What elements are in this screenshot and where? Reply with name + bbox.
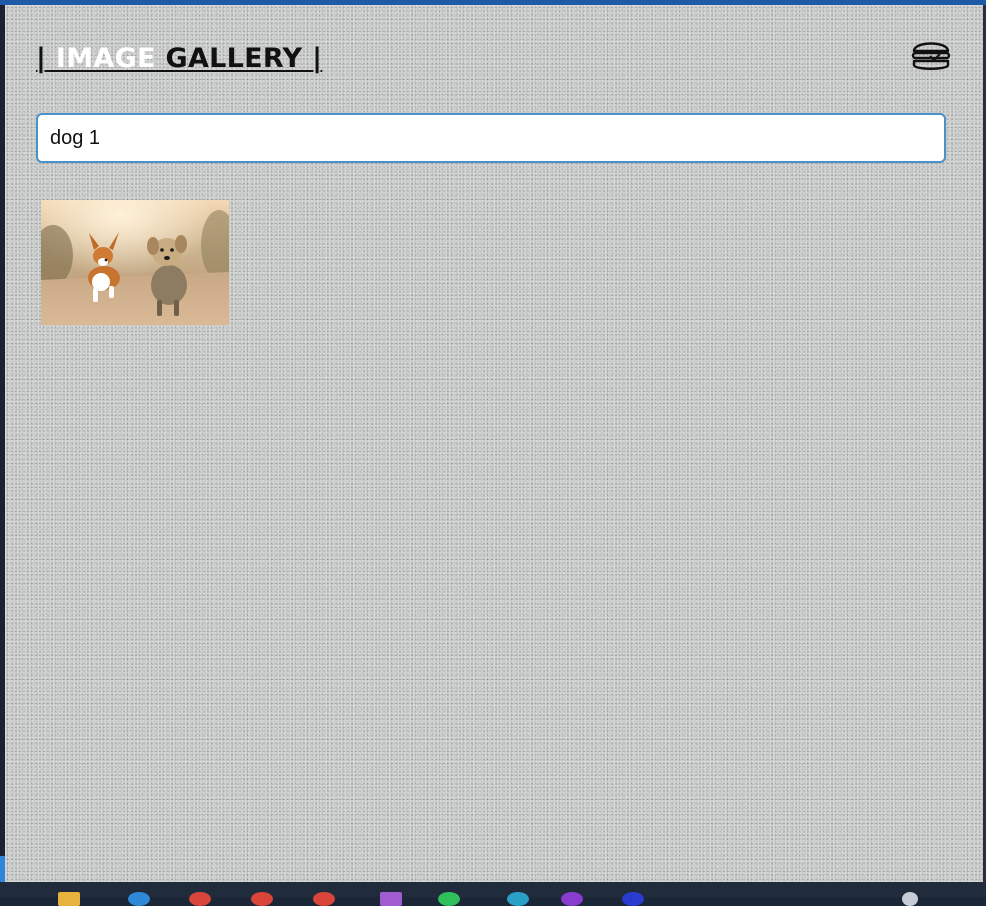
app-icon[interactable] [622, 892, 644, 906]
file-explorer-icon[interactable] [58, 892, 80, 906]
whatsapp-icon[interactable] [438, 892, 460, 906]
image-grid [41, 200, 229, 325]
page-title: | IMAGE GALLERY | [36, 39, 322, 79]
system-icon[interactable] [902, 892, 918, 906]
chrome-icon[interactable] [189, 892, 211, 906]
app-icon[interactable] [561, 892, 583, 906]
title-prefix: | [36, 43, 47, 74]
title-word-gallery: GALLERY [155, 43, 313, 74]
edge-icon[interactable] [128, 892, 150, 906]
gallery-image-dogs[interactable] [41, 200, 229, 325]
title-word-image: IMAGE [46, 43, 156, 74]
chrome-icon[interactable] [313, 892, 335, 906]
title-suffix: | [312, 43, 323, 74]
os-taskbar [0, 882, 986, 906]
onenote-icon[interactable] [380, 892, 402, 906]
hamburger-icon[interactable] [910, 37, 952, 73]
search-input[interactable] [36, 113, 946, 163]
vscode-icon[interactable] [507, 892, 529, 906]
gallery-page: | IMAGE GALLERY | [5, 5, 983, 882]
chrome-icon[interactable] [251, 892, 273, 906]
